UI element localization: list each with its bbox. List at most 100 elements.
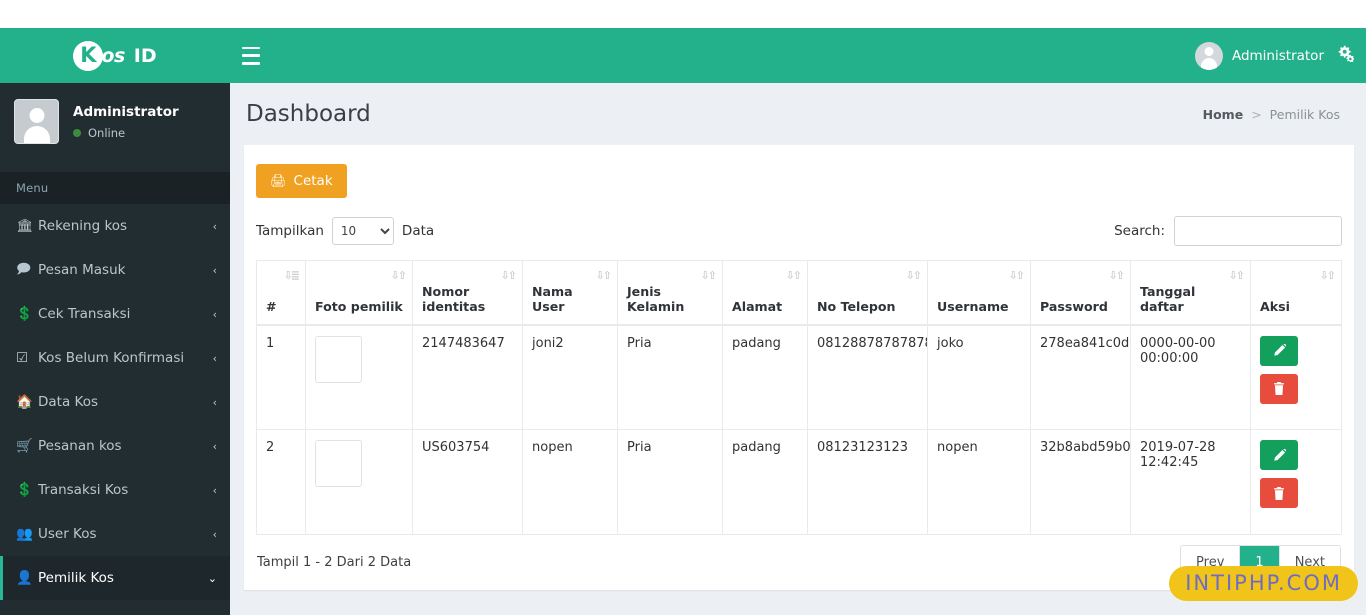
watermark-badge: INTIPHP.COM xyxy=(1169,566,1358,601)
breadcrumb-current: Pemilik Kos xyxy=(1269,106,1340,122)
sidebar-section-label: Menu xyxy=(0,172,230,204)
sidebar-item-pemilik-kos[interactable]: 👤 Pemilik Kos ⌄ xyxy=(0,556,230,600)
page-length-select[interactable]: 102550100 xyxy=(331,217,394,245)
cell-password: 278ea841c0d13 xyxy=(1030,324,1131,430)
user-menu[interactable]: Administrator xyxy=(1194,41,1324,70)
delete-button[interactable] xyxy=(1260,478,1298,508)
col-header-label: Aksi xyxy=(1260,298,1290,314)
sidebar-item-rekening-kos[interactable]: 🏛 Rekening kos ‹ xyxy=(0,204,230,248)
sidebar-item-label: Transaksi Kos xyxy=(38,482,129,498)
printer-icon: 🖨 xyxy=(270,173,287,189)
owner-photo-thumbnail[interactable] xyxy=(315,440,362,487)
money-icon: 💲 xyxy=(16,482,33,498)
sidebar-user-name: Administrator xyxy=(73,103,179,120)
col-header-label: No Telepon xyxy=(817,298,896,314)
sort-icon: ⇩⇧ xyxy=(390,269,408,282)
col-header-jenis-kelamin[interactable]: ⇩⇧ Jenis Kelamin xyxy=(617,260,723,326)
tanggal-daftar-text: 0000-00-00 00:00:00 xyxy=(1140,335,1216,366)
chevron-left-icon: ‹ xyxy=(212,527,217,541)
sidebar: Administrator Online Menu 🏛 Rekening kos… xyxy=(0,83,230,615)
table-head: ⇩≣ # ⇩⇧ Foto pemilik ⇩⇧ Nomor identitas xyxy=(256,260,1342,326)
panel-inner: 🖨 Cetak Tampilkan 102550100 Data Search: xyxy=(244,148,1354,580)
print-button-label: Cetak xyxy=(293,173,333,189)
col-header-password[interactable]: ⇩⇧ Password xyxy=(1030,260,1131,326)
col-header-label: Tanggal daftar xyxy=(1140,283,1196,314)
gears-icon[interactable] xyxy=(1337,45,1354,66)
logo-k-mark: K xyxy=(73,40,104,71)
sidebar-user-status-text: Online xyxy=(88,125,126,140)
sidebar-item-user-kos[interactable]: 👥 User Kos ‹ xyxy=(0,512,230,556)
page-title: Dashboard xyxy=(246,101,371,127)
sidebar-user-panel: Administrator Online xyxy=(0,83,230,160)
edit-button[interactable] xyxy=(1260,440,1298,470)
sidebar-item-label: User Kos xyxy=(38,526,97,542)
col-header-username[interactable]: ⇩⇧ Username xyxy=(927,260,1031,326)
sort-icon: ⇩⇧ xyxy=(1108,269,1126,282)
sort-icon: ⇩⇧ xyxy=(1228,269,1246,282)
sort-icon: ⇩⇧ xyxy=(1008,269,1026,282)
trash-icon xyxy=(1274,486,1284,500)
sidebar-item-label: Rekening kos xyxy=(38,218,128,234)
sort-icon: ⇩⇧ xyxy=(700,269,718,282)
logo-os-text: os xyxy=(101,44,125,67)
gears-icon-svg xyxy=(1338,45,1354,62)
delete-button[interactable] xyxy=(1260,373,1298,404)
sidebar-item-kos-belum-konfirmasi[interactable]: ☑ Kos Belum Konfirmasi ‹ xyxy=(0,336,230,380)
owner-photo-thumbnail[interactable] xyxy=(315,335,362,383)
header-right-group: Administrator xyxy=(1194,41,1354,70)
header-username: Administrator xyxy=(1231,47,1324,64)
print-button[interactable]: 🖨 Cetak xyxy=(256,164,347,198)
pencil-icon xyxy=(1273,448,1286,461)
chevron-left-icon: ‹ xyxy=(212,483,217,497)
cell-username: nopen xyxy=(927,429,1031,535)
edit-button[interactable] xyxy=(1260,335,1298,366)
breadcrumb: Home > Pemilik Kos xyxy=(1203,107,1340,122)
col-header-label: Password xyxy=(1040,298,1108,314)
col-header-alamat[interactable]: ⇩⇧ Alamat xyxy=(722,260,808,326)
sidebar-user-info: Administrator Online xyxy=(73,104,179,140)
online-status-dot-icon xyxy=(73,128,81,137)
cell-no-telepon: 08123123123 xyxy=(807,429,928,535)
sidebar-item-pesanan-kos[interactable]: 🛒 Pesanan kos ‹ xyxy=(0,424,230,468)
breadcrumb-home[interactable]: Home xyxy=(1203,107,1244,122)
app-logo[interactable]: K os ID xyxy=(0,28,230,83)
chevron-left-icon: ‹ xyxy=(212,395,217,409)
page-length-label-after: Data xyxy=(401,223,435,239)
sort-icon: ⇩⇧ xyxy=(595,269,613,282)
cell-foto xyxy=(305,324,413,430)
sidebar-item-data-kos[interactable]: 🏠 Data Kos ‹ xyxy=(0,380,230,424)
col-header-tanggal-daftar[interactable]: ⇩⇧ Tanggal daftar xyxy=(1130,260,1251,326)
chevron-down-icon: ⌄ xyxy=(207,571,217,585)
sort-icon: ⇩⇧ xyxy=(905,269,923,282)
col-header-no[interactable]: ⇩≣ # xyxy=(256,260,306,326)
col-header-foto-pemilik[interactable]: ⇩⇧ Foto pemilik xyxy=(305,260,413,326)
cell-nomor-identitas: 2147483647 xyxy=(412,324,523,430)
sidebar-item-label: Kos Belum Konfirmasi xyxy=(38,350,185,366)
col-header-label: Alamat xyxy=(732,298,783,314)
table-row: 1 2147483647 joni2 Pria padang 081288787… xyxy=(256,324,1342,430)
sidebar-item-cek-transaksi[interactable]: 💲 Cek Transaksi ‹ xyxy=(0,292,230,336)
owners-table: ⇩≣ # ⇩⇧ Foto pemilik ⇩⇧ Nomor identitas xyxy=(256,260,1342,535)
sidebar-item-transaksi-kos[interactable]: 💲 Transaksi Kos ‹ xyxy=(0,468,230,512)
sidebar-item-pesan-masuk[interactable]: 🗩 Pesan Masuk ‹ xyxy=(0,248,230,292)
trash-icon xyxy=(1274,382,1284,395)
app-root: K os ID Administrator Administrator Onli… xyxy=(0,0,1366,615)
col-header-aksi[interactable]: ⇩⇧ Aksi xyxy=(1250,260,1342,326)
col-header-nama-user[interactable]: ⇩⇧ Nama User xyxy=(522,260,618,326)
sidebar-item-label: Cek Transaksi xyxy=(38,306,131,322)
cell-jenis-kelamin: Pria xyxy=(617,324,723,430)
logo-id-text: ID xyxy=(133,44,157,67)
col-header-label: Nomor identitas xyxy=(422,283,486,314)
col-header-no-telepon[interactable]: ⇩⇧ No Telepon xyxy=(807,260,928,326)
search-control: Search: xyxy=(1114,216,1342,246)
table-header-row: ⇩≣ # ⇩⇧ Foto pemilik ⇩⇧ Nomor identitas xyxy=(256,260,1342,326)
col-header-nomor-identitas[interactable]: ⇩⇧ Nomor identitas xyxy=(412,260,523,326)
search-input[interactable] xyxy=(1174,216,1342,246)
sidebar-toggle-icon[interactable] xyxy=(242,46,264,65)
col-header-label: Foto pemilik xyxy=(315,298,403,314)
tanggal-daftar-text: 2019-07-28 12:42:45 xyxy=(1140,440,1216,470)
money-icon: 💲 xyxy=(16,306,33,322)
main-content: Dashboard Home > Pemilik Kos 🖨 Cetak Tam… xyxy=(230,83,1366,615)
sort-icon: ⇩⇧ xyxy=(1319,269,1337,282)
cell-nama-user: nopen xyxy=(522,429,618,535)
